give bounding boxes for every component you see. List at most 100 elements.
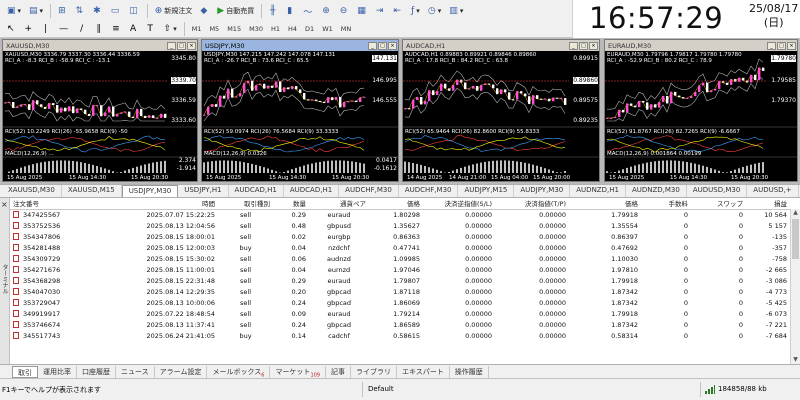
new-chart-button[interactable]: ▣ ▾: [4, 4, 24, 19]
arrows-button[interactable]: ⇧ ▾: [161, 22, 180, 37]
column-header[interactable]: 取引種別: [218, 198, 273, 210]
terminal-tab[interactable]: 口座履歴: [77, 365, 116, 378]
terminal-scrollbar[interactable]: ▲ ▼: [790, 209, 800, 364]
chart-tab[interactable]: AUDUSD,M30: [687, 185, 748, 197]
vertical-line-button[interactable]: |: [39, 22, 54, 37]
table-row[interactable]: 353746674 2025.08.13 11:37:41 sell 0.24 gbpc…: [10, 319, 790, 330]
table-row[interactable]: 354368298 2025.08.15 22:31:48 sell 0.29 eura…: [10, 275, 790, 286]
indicators-button[interactable]: ƒ ▾: [408, 4, 423, 19]
label-button[interactable]: T: [144, 22, 159, 37]
table-row[interactable]: 347425567 2025.07.07 15:22:25 sell 0.29 eura…: [10, 209, 790, 220]
maximize-icon[interactable]: □: [579, 41, 588, 50]
chart-tab[interactable]: AUDCHF,M30: [339, 185, 399, 197]
timeframe-m30[interactable]: M30: [246, 25, 266, 33]
chart-tab[interactable]: AUDJPY,M15: [458, 185, 515, 197]
chart-tab[interactable]: AUDUSD,+: [747, 185, 799, 197]
terminal-tab[interactable]: マーケット109: [270, 365, 326, 378]
crosshair-button[interactable]: +: [22, 22, 38, 37]
maximize-icon[interactable]: □: [378, 41, 387, 50]
chart-shift-button[interactable]: ⇤: [390, 4, 406, 19]
column-header[interactable]: 数量: [273, 198, 309, 210]
zoom-in-button[interactable]: ⊕: [319, 4, 335, 19]
table-row[interactable]: 349919917 2025.07.22 18:48:54 sell 0.09 eura…: [10, 308, 790, 319]
terminal-tab[interactable]: 取引: [12, 365, 38, 378]
chart-tab[interactable]: AUDNZD,M30: [626, 185, 687, 197]
chart-canvas[interactable]: USDJPY,M30 147.215 147.242 147.078 147.1…: [202, 51, 398, 182]
table-row[interactable]: 354309729 2025.08.15 15:30:02 sell 0.06 audn…: [10, 253, 790, 264]
timeframe-m15[interactable]: M15: [224, 25, 244, 33]
horizontal-line-button[interactable]: —: [56, 22, 73, 37]
chart-canvas[interactable]: XAUUSD,M30 3336.79 3337.30 3336.44 3336.…: [3, 51, 197, 182]
terminal-tab[interactable]: ニュース: [116, 365, 155, 378]
timeframe-d1[interactable]: D1: [302, 25, 317, 33]
terminal-button[interactable]: ▭: [108, 4, 125, 19]
column-header[interactable]: 時間: [132, 198, 218, 210]
text-button[interactable]: A: [127, 22, 142, 37]
column-header[interactable]: スワップ: [691, 198, 746, 210]
chart-tab[interactable]: AUDCAD,H1: [229, 185, 284, 197]
market-watch-button[interactable]: ⊞: [55, 4, 71, 19]
chart-tab[interactable]: AUDCAD,H1: [284, 185, 340, 197]
timeframe-m5[interactable]: M5: [206, 25, 222, 33]
candlestick-button[interactable]: ▮: [283, 4, 298, 19]
table-row[interactable]: 354047030 2025.08.14 12:29:35 sell 0.20 gbpc…: [10, 286, 790, 297]
timeframe-mn[interactable]: MN: [338, 25, 354, 33]
column-header[interactable]: 損益: [746, 198, 790, 210]
table-row[interactable]: 353729047 2025.08.13 10:00:06 sell 0.24 gbpc…: [10, 297, 790, 308]
meta-editor-button[interactable]: ◆: [197, 4, 212, 19]
auto-scroll-button[interactable]: ⇥: [373, 4, 389, 19]
zoom-out-button[interactable]: ⊖: [337, 4, 353, 19]
table-row[interactable]: 354281488 2025.08.15 12:00:03 buy 0.04 nzdch…: [10, 242, 790, 253]
chart-tab[interactable]: AUDNZD,H1: [570, 185, 626, 197]
scroll-down-icon[interactable]: ▼: [792, 356, 799, 364]
chart-title-bar[interactable]: XAUUSD,M30 _ □ ×: [3, 40, 197, 51]
column-header[interactable]: 注文番号: [10, 198, 132, 210]
table-row[interactable]: 353752536 2025.08.13 12:04:56 sell 0.48 gbpu…: [10, 220, 790, 231]
minimize-icon[interactable]: _: [569, 41, 578, 50]
chart-tab[interactable]: AUDCHF,M30: [399, 185, 459, 197]
trendline-button[interactable]: /: [75, 22, 90, 37]
navigator-button[interactable]: ✱: [90, 4, 106, 19]
data-window-button[interactable]: ⇅: [73, 4, 89, 19]
cursor-button[interactable]: ↖: [4, 22, 20, 37]
line-chart-button[interactable]: 〜: [300, 4, 317, 19]
column-header[interactable]: 通貨ペア: [309, 198, 369, 210]
close-icon[interactable]: ×: [787, 41, 796, 50]
minimize-icon[interactable]: _: [767, 41, 776, 50]
table-row[interactable]: 354347806 2025.08.15 18:00:01 sell 0.02 eurg…: [10, 231, 790, 242]
terminal-tab[interactable]: エキスパート: [397, 365, 450, 378]
column-header[interactable]: 価格: [369, 198, 423, 210]
chart-tab[interactable]: USDJPY,H1: [178, 185, 229, 197]
minimize-icon[interactable]: _: [167, 41, 176, 50]
auto-trading-button[interactable]: ▶ 自動売買: [214, 4, 257, 19]
terminal-close-icon[interactable]: ×: [1, 200, 8, 209]
chart-window[interactable]: AUDCAD,H1 _ □ × AUDCAD,H1 0.89883 0.8992…: [402, 39, 600, 182]
chart-title-bar[interactable]: USDJPY,M30 _ □ ×: [202, 40, 398, 51]
chart-tab[interactable]: XAUUSD,M30: [2, 185, 62, 197]
terminal-tab[interactable]: 運用比率: [38, 365, 77, 378]
chart-title-bar[interactable]: EURAUD,M30 _ □ ×: [605, 40, 797, 51]
chart-title-bar[interactable]: AUDCAD,H1 _ □ ×: [403, 40, 599, 51]
chart-window[interactable]: EURAUD,M30 _ □ × EURAUD,M30 1.79796 1.79…: [604, 39, 798, 182]
column-header[interactable]: 決済指値(T/P): [495, 198, 569, 210]
timeframe-h1[interactable]: H1: [268, 25, 283, 33]
terminal-tab[interactable]: ライブラリ: [351, 365, 397, 378]
column-header[interactable]: 決済逆指値(S/L): [423, 198, 495, 210]
column-header[interactable]: 手数料: [641, 198, 691, 210]
maximize-icon[interactable]: □: [177, 41, 186, 50]
scroll-up-icon[interactable]: ▲: [792, 209, 799, 217]
strategy-tester-button[interactable]: ◫: [126, 4, 143, 19]
column-header[interactable]: 価格: [569, 198, 641, 210]
bar-chart-button[interactable]: ╫: [266, 4, 281, 19]
terminal-tab[interactable]: 記事: [326, 365, 351, 378]
timeframe-m1[interactable]: M1: [189, 25, 205, 33]
close-icon[interactable]: ×: [388, 41, 397, 50]
terminal-tab[interactable]: メールボックス6: [207, 365, 271, 378]
tile-windows-button[interactable]: ▦: [354, 4, 371, 19]
timeframe-h4[interactable]: H4: [285, 25, 300, 33]
close-icon[interactable]: ×: [589, 41, 598, 50]
minimize-icon[interactable]: _: [368, 41, 377, 50]
chart-canvas[interactable]: AUDCAD,H1 0.89883 0.89921 0.89846 0.8986…: [403, 51, 599, 182]
chart-tab[interactable]: USDJPY,M30: [121, 185, 179, 197]
terminal-tab[interactable]: 操作履歴: [450, 365, 489, 378]
